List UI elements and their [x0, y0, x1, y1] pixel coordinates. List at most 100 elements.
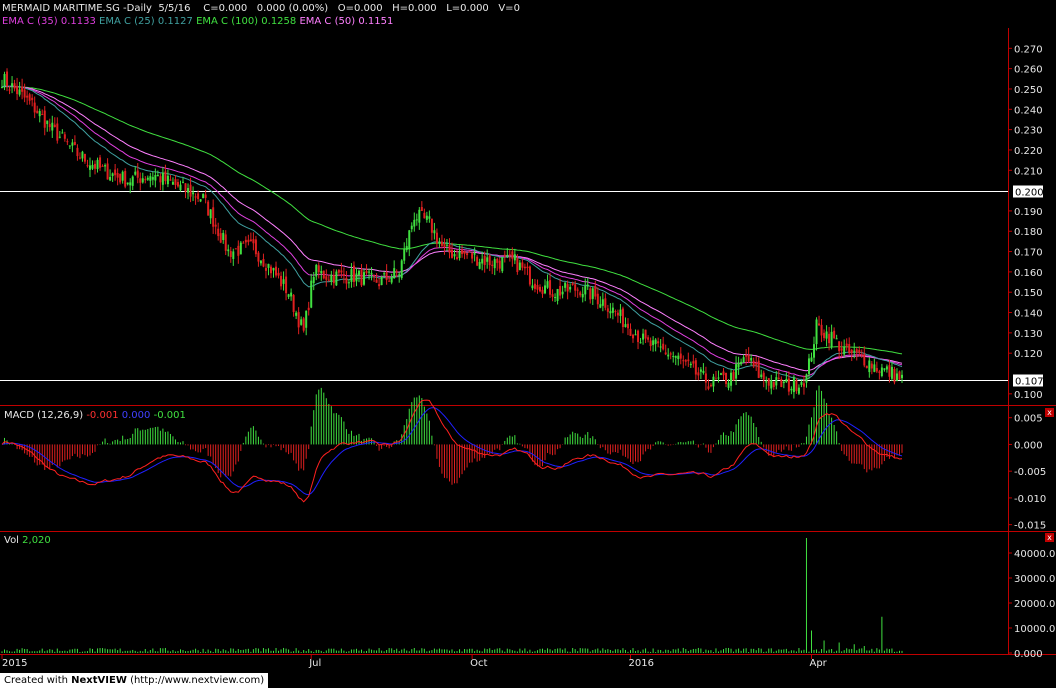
candle-body	[1, 86, 3, 88]
candle-body	[423, 212, 426, 219]
candle-body	[21, 86, 24, 92]
candle-body	[644, 329, 647, 339]
candle-body	[755, 362, 758, 365]
candle-body	[51, 122, 54, 131]
candle-body	[252, 239, 255, 244]
price-tick-label-11: 0.160	[1014, 268, 1043, 279]
candle-body	[521, 262, 524, 268]
price-tick-label-2: 0.250	[1014, 85, 1043, 96]
candle-body	[53, 124, 56, 128]
candle-body	[566, 284, 569, 292]
candle-body	[129, 182, 132, 186]
high-value: H=0.000	[392, 3, 437, 14]
candle-body	[380, 277, 383, 286]
volume-bars	[1, 538, 903, 653]
candle-body	[26, 95, 29, 98]
candle-body	[692, 361, 695, 364]
candle-body	[468, 251, 471, 253]
price-tick-label-15: 0.120	[1014, 349, 1043, 360]
vol-tick-label-2: 20000.00	[1014, 599, 1056, 610]
candle-body	[56, 123, 59, 141]
candle-body	[88, 165, 91, 170]
candle-body	[717, 377, 720, 379]
macd-panel-close-button[interactable]: x	[1045, 408, 1054, 417]
footer-url[interactable]: (http://www.nextview.com)	[130, 675, 264, 686]
candle-body	[307, 307, 310, 311]
candle-body	[815, 319, 818, 345]
candle-body	[156, 174, 159, 177]
vol-panel-close-button[interactable]: x	[1045, 533, 1054, 542]
candle-body	[151, 177, 154, 180]
candle-body	[901, 374, 903, 379]
candle-body	[6, 71, 9, 87]
candle-body	[11, 83, 14, 87]
candle-body	[38, 110, 41, 117]
candle-body	[820, 324, 823, 336]
candle-body	[202, 193, 205, 199]
candle-body	[830, 331, 833, 347]
candle-body	[699, 369, 702, 372]
candle-body	[405, 246, 408, 251]
candle-body	[91, 164, 94, 169]
candle-body	[212, 207, 215, 227]
candle-body	[704, 373, 707, 383]
candle-body	[466, 253, 469, 256]
candle-body	[58, 136, 61, 138]
candle-body	[73, 141, 76, 145]
candle-body	[451, 249, 453, 258]
candle-body	[853, 350, 856, 352]
candle-body	[523, 266, 526, 269]
candle-body	[403, 249, 406, 261]
candle-body	[433, 230, 436, 234]
candle-body	[63, 134, 66, 139]
candle-body	[445, 244, 448, 246]
candle-body	[619, 309, 622, 316]
candle-body	[332, 274, 335, 284]
candle-body	[217, 228, 220, 237]
x-tick-label-0: 2015	[2, 658, 27, 669]
candle-body	[325, 276, 328, 280]
candle-body	[237, 245, 240, 256]
candle-body	[709, 384, 712, 387]
candle-body	[632, 334, 635, 339]
candle-body	[843, 346, 846, 355]
candle-body	[481, 258, 484, 264]
candle-body	[378, 284, 381, 287]
candle-body	[166, 175, 169, 185]
candle-body	[192, 192, 195, 195]
candle-body	[471, 253, 474, 259]
candle-body	[360, 269, 363, 286]
candle-body	[114, 169, 117, 176]
candle-body	[767, 378, 770, 386]
price-tick-label-0: 0.270	[1014, 44, 1043, 55]
candle-body	[544, 285, 547, 294]
candle-body	[395, 271, 398, 273]
candle-body	[390, 277, 393, 283]
candle-body	[541, 289, 544, 294]
candle-body	[33, 102, 36, 113]
candle-body	[719, 373, 722, 375]
candle-body	[247, 239, 250, 243]
signal-value: 0.000	[121, 410, 151, 421]
x-tick-label-1: Jul	[308, 658, 321, 669]
price-tick-label-6: 0.210	[1014, 166, 1043, 177]
candle-body	[714, 378, 717, 380]
candle-body	[76, 147, 79, 157]
ema-line-100	[1, 86, 903, 355]
candle-body	[865, 365, 868, 369]
candle-body	[295, 312, 298, 316]
candle-body	[526, 266, 529, 268]
candle-body	[895, 373, 898, 381]
candle-body	[415, 219, 418, 221]
candle-body	[393, 268, 396, 279]
ema-100-label: EMA C (100)	[196, 16, 259, 27]
candle-body	[878, 371, 881, 373]
candle-body	[551, 294, 554, 297]
candle-body	[239, 242, 242, 255]
candle-body	[584, 285, 587, 295]
candle-body	[368, 271, 371, 273]
ema-35-value: 0.1133	[60, 16, 96, 27]
candle-body	[486, 257, 489, 262]
candle-body	[244, 239, 247, 243]
stock-chart[interactable]: 0.200 0.107 0.270 0.260 0.250 0.240 0.230 0.220…	[0, 0, 1056, 688]
